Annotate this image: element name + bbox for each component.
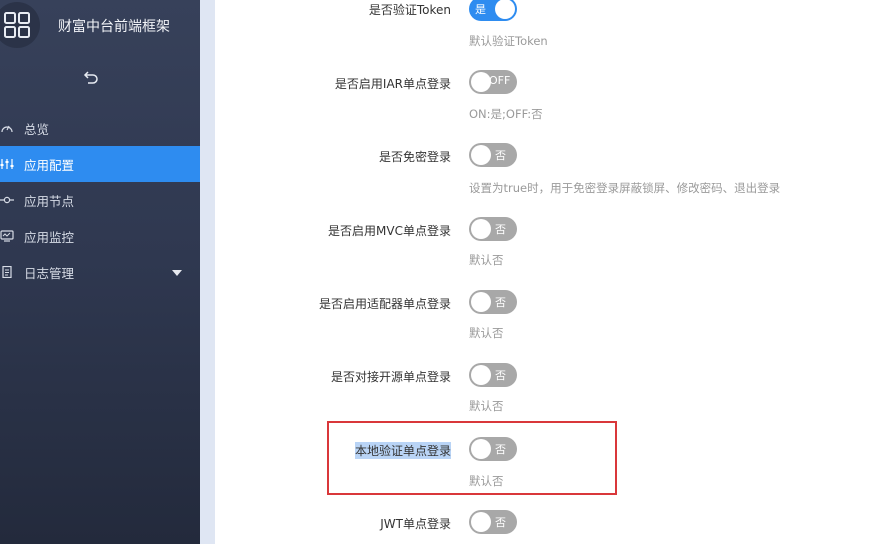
brand-header: 财富中台前端框架 [0,0,200,52]
sidebar-item-label: 应用监控 [24,229,75,245]
sidebar-item-log-management[interactable]: 日志管理 [0,254,200,290]
switch-text: 否 [495,296,506,309]
setting-label: 是否验证Token [368,3,451,17]
switch-text: 否 [495,149,506,162]
sidebar-item-label: 日志管理 [24,265,75,281]
switch-text: 否 [495,443,506,456]
grid-app-icon[interactable] [0,2,40,48]
chevron-down-icon[interactable] [172,270,182,276]
adapter-sso-switch[interactable]: 否 [469,290,517,314]
switch-text: 是 [475,3,486,16]
switch-text: 否 [495,516,506,529]
sidebar-item-app-config[interactable]: 应用配置 [0,146,200,182]
sidebar-nav: 总览 应用配置 应用节点 应用监控 日志管理 [0,110,200,290]
password-free-login-switch[interactable]: 否 [469,143,517,167]
switch-knob [471,219,491,239]
dashboard-gauge-icon [0,122,14,134]
sidebar-item-label: 应用配置 [24,157,75,173]
setting-label: JWT单点登录 [380,517,451,531]
switch-text: 否 [495,369,506,382]
switch-knob [471,145,491,165]
setting-label: 是否免密登录 [378,150,451,164]
undo-arrow-icon[interactable] [80,66,102,88]
sidebar-item-overview[interactable]: 总览 [0,110,200,146]
switch-knob [471,512,491,532]
switch-knob [471,365,491,385]
setting-hint: 默认否 [469,253,504,267]
sidebar-item-label: 总览 [24,121,50,137]
setting-hint: 默认否 [469,399,504,413]
verify-token-switch[interactable]: 是 [469,0,517,21]
document-icon [0,266,14,278]
setting-hint: 默认验证Token [469,34,548,48]
setting-label: 是否对接开源单点登录 [330,370,451,384]
switch-knob [471,72,491,92]
open-source-sso-switch[interactable]: 否 [469,363,517,387]
switch-text: OFF [489,74,511,87]
setting-hint: 设置为true时，用于免密登录屏蔽锁屏、修改密码、退出登录 [469,181,781,195]
setting-label: 是否启用适配器单点登录 [318,297,451,311]
switch-knob [495,0,515,19]
mvc-sso-switch[interactable]: 否 [469,217,517,241]
switch-knob [471,292,491,312]
setting-label: 是否启用IAR单点登录 [334,77,451,91]
setting-hint: 默认否 [469,474,504,488]
setting-label: 是否启用MVC单点登录 [328,224,451,238]
setting-label: 本地验证单点登录 [354,442,451,459]
setting-hint: 默认否 [469,326,504,340]
sidebar-item-app-nodes[interactable]: 应用节点 [0,182,200,218]
sliders-icon [0,158,14,170]
switch-knob [471,439,491,459]
setting-hint: ON:是;OFF:否 [469,107,543,121]
jwt-sso-switch[interactable]: 否 [469,510,517,534]
switch-text: 否 [495,223,506,236]
local-verify-sso-switch[interactable]: 否 [469,437,517,461]
sidebar-item-app-monitor[interactable]: 应用监控 [0,218,200,254]
sidebar: 财富中台前端框架 总览 应用配置 应用节点 应用监控 日志管理 [0,0,200,544]
iar-sso-switch[interactable]: OFF [469,70,517,94]
sidebar-item-label: 应用节点 [24,193,75,209]
layout-divider [200,0,215,544]
app-title: 财富中台前端框架 [58,19,170,35]
node-icon [0,194,14,206]
monitor-icon [0,230,14,242]
